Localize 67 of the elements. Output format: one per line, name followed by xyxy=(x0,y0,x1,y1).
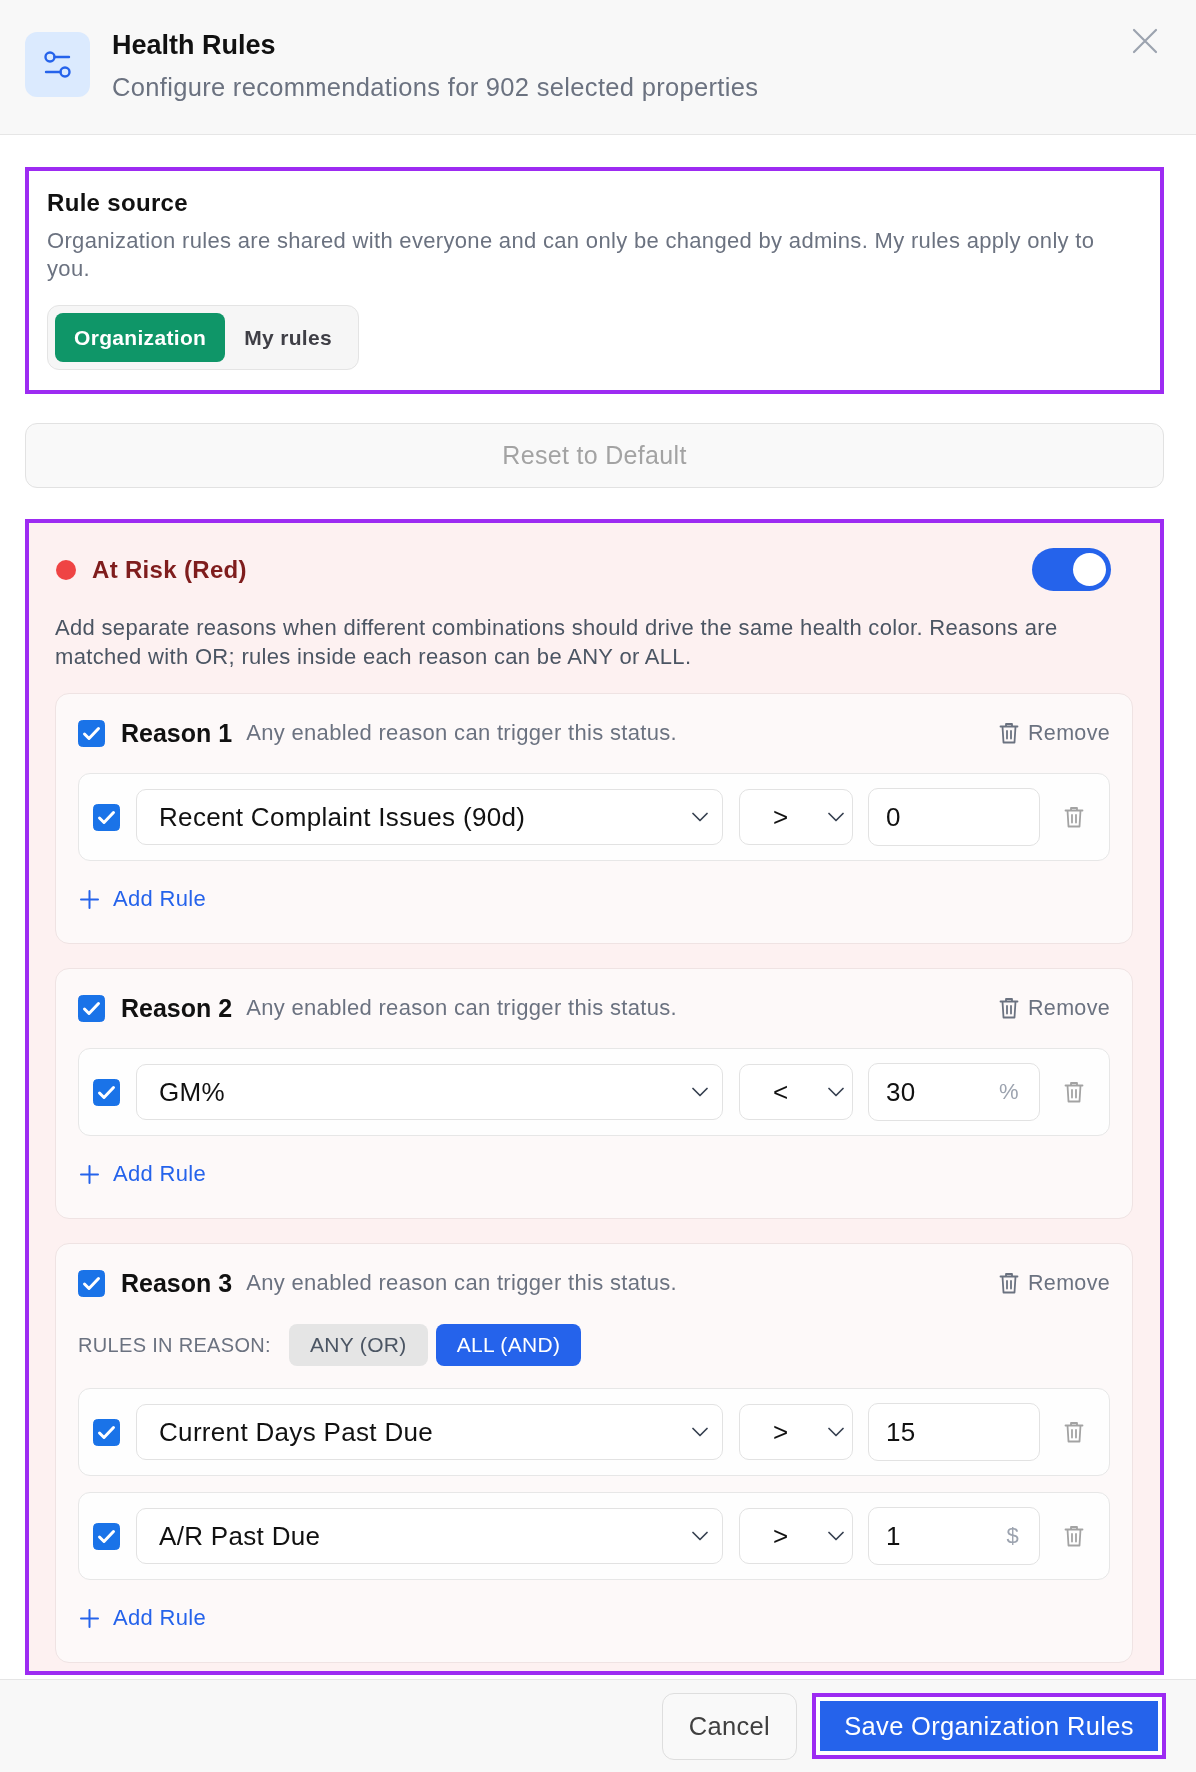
plus-icon xyxy=(80,1608,99,1628)
source-tab[interactable]: Organization xyxy=(55,313,226,362)
status-description: Add separate reasons when different combinations should drive the same health color. Reasons are matched with OR; rules inside each reason can be ANY or ALL. xyxy=(55,614,1059,671)
trash-icon xyxy=(999,997,1019,1019)
dialog-subtitle: Configure recommendations for 902 selected properties xyxy=(112,72,759,102)
unit-label: % xyxy=(999,1079,1019,1105)
rule-checkbox[interactable] xyxy=(93,1078,120,1106)
metric-select[interactable]: A/R Past Due xyxy=(136,1508,723,1564)
toggle-switch[interactable] xyxy=(1032,548,1111,591)
rule-checkbox[interactable] xyxy=(93,1418,120,1446)
trash-icon[interactable] xyxy=(1064,1525,1084,1547)
reason-title: Reason 3 xyxy=(121,1268,233,1298)
remove-button[interactable]: Remove xyxy=(999,720,1110,746)
trash-icon xyxy=(999,722,1019,744)
save-button[interactable]: Save Organization Rules xyxy=(812,1693,1166,1759)
metric-select[interactable]: Recent Complaint Issues (90d) xyxy=(136,789,723,845)
reason-hint: Any enabled reason can trigger this status. xyxy=(246,720,677,746)
caret-icon xyxy=(828,1427,844,1437)
reason-title: Reason 2 xyxy=(121,993,233,1023)
plus-icon xyxy=(80,889,99,909)
plus-icon xyxy=(80,1164,99,1184)
mode-option[interactable]: ANY (OR) xyxy=(288,1324,428,1366)
trash-icon[interactable] xyxy=(1064,1421,1084,1443)
sliders-icon xyxy=(25,32,90,97)
reason-title: Reason 1 xyxy=(121,718,233,748)
reason-hint: Any enabled reason can trigger this status. xyxy=(246,1270,677,1296)
caret-icon xyxy=(692,1427,708,1437)
value-field[interactable]: 15 xyxy=(868,1403,1040,1461)
operator-select[interactable]: > xyxy=(739,1508,853,1564)
section-description: Organization rules are shared with everyone and can only be changed by admins. My rules apply only to you. xyxy=(47,227,1096,283)
mode-option[interactable]: ALL (AND) xyxy=(435,1324,582,1366)
metric-select[interactable]: Current Days Past Due xyxy=(136,1404,723,1460)
cancel-button[interactable]: Cancel xyxy=(661,1692,797,1760)
reason-checkbox[interactable] xyxy=(78,994,105,1022)
section-title: Rule source xyxy=(47,188,188,218)
add-rule-button[interactable]: Add Rule xyxy=(78,1160,207,1188)
caret-icon xyxy=(692,812,708,822)
reason-checkbox[interactable] xyxy=(78,1269,105,1297)
add-rule-button[interactable]: Add Rule xyxy=(78,885,207,913)
remove-button[interactable]: Remove xyxy=(999,995,1110,1021)
operator-select[interactable]: > xyxy=(739,789,853,845)
value-field[interactable]: 30 % xyxy=(868,1063,1040,1121)
operator-select[interactable]: > xyxy=(739,1404,853,1460)
unit-label: $ xyxy=(1006,1523,1019,1549)
rule-checkbox[interactable] xyxy=(93,1522,120,1550)
source-tab[interactable]: My rules xyxy=(225,313,351,362)
caret-icon xyxy=(692,1531,708,1541)
trash-icon[interactable] xyxy=(1064,806,1084,828)
mode-label: RULES IN REASON: xyxy=(78,1333,271,1357)
trash-icon[interactable] xyxy=(1064,1081,1084,1103)
reason-hint: Any enabled reason can trigger this status. xyxy=(246,995,677,1021)
reason-checkbox[interactable] xyxy=(78,719,105,747)
value-field[interactable]: 0 xyxy=(868,788,1040,846)
caret-icon xyxy=(692,1087,708,1097)
trash-icon xyxy=(999,1272,1019,1294)
remove-button[interactable]: Remove xyxy=(999,1270,1110,1296)
caret-icon xyxy=(828,812,844,822)
close-icon[interactable] xyxy=(1132,28,1158,54)
operator-select[interactable]: < xyxy=(739,1064,853,1120)
caret-icon xyxy=(828,1531,844,1541)
value-field[interactable]: 1 $ xyxy=(868,1507,1040,1565)
add-rule-button[interactable]: Add Rule xyxy=(78,1604,207,1632)
metric-select[interactable]: GM% xyxy=(136,1064,723,1120)
dialog-title: Health Rules xyxy=(112,30,276,60)
caret-icon xyxy=(828,1087,844,1097)
status-title: At Risk (Red) xyxy=(92,555,247,584)
rule-checkbox[interactable] xyxy=(93,803,120,831)
